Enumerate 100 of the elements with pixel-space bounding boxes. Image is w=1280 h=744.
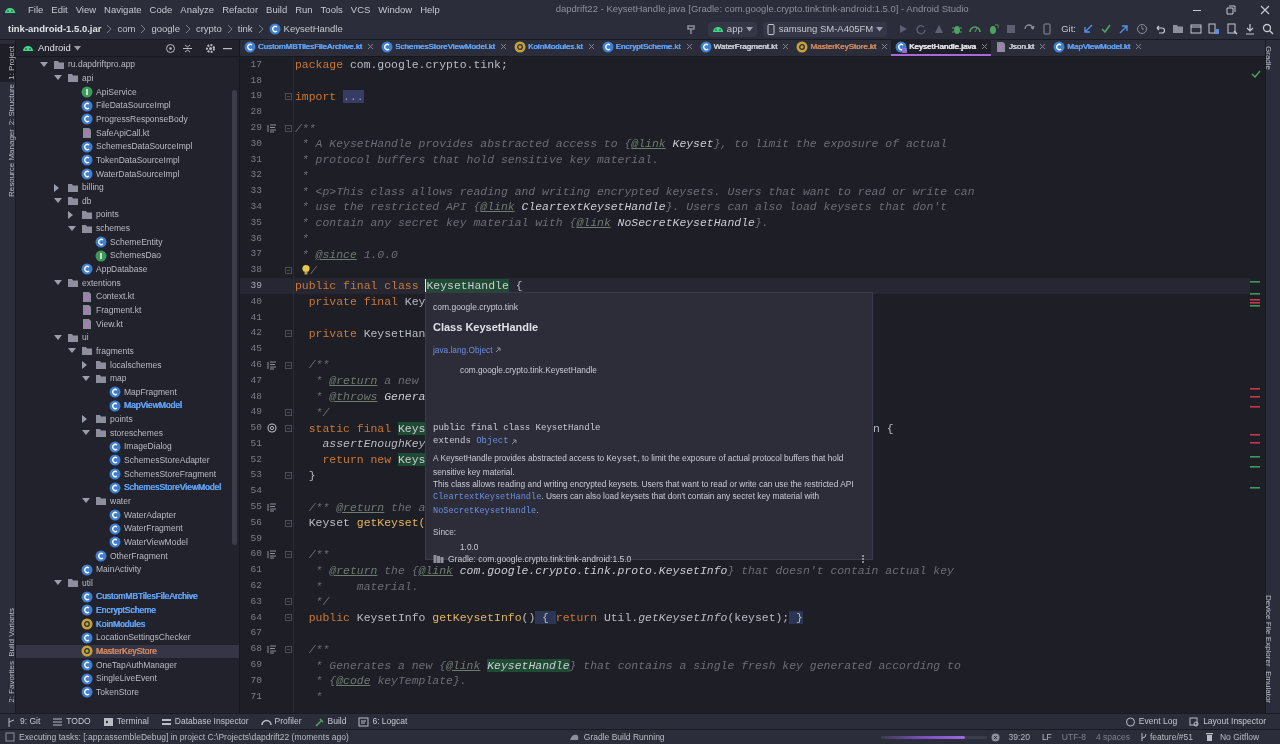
caret-position[interactable]: 39:20	[1008, 730, 1030, 744]
device-dropdown[interactable]: samsung SM-A405FM	[762, 21, 888, 37]
editor-tab[interactable]: EncryptScheme.kt	[597, 39, 696, 56]
breadcrumb[interactable]: tink-android-1.5.0.jar	[8, 21, 102, 37]
link[interactable]: java.lang.Object	[433, 344, 493, 357]
tree-item[interactable]: MapViewModel	[16, 399, 239, 413]
editor-tab[interactable]: WaterFragment.kt	[695, 39, 793, 56]
tool-window-button[interactable]: Terminal	[96, 713, 155, 730]
tree-item[interactable]: SchemesDao	[16, 248, 239, 263]
settings-icon[interactable]	[205, 42, 216, 54]
tree-item[interactable]: WaterAdapter	[16, 508, 239, 522]
menu-item[interactable]: File	[24, 0, 48, 19]
maximize-icon[interactable]	[1226, 4, 1236, 15]
push-icon[interactable]	[1118, 23, 1130, 35]
tree-item[interactable]: WaterViewModel	[16, 535, 239, 550]
cancel-icon[interactable]	[990, 732, 1000, 742]
scrollbar-thumb[interactable]	[232, 90, 237, 545]
tool-window-tab[interactable]: 2: Favorites	[0, 659, 15, 705]
tool-window-tab[interactable]: Device File Explorer	[1266, 593, 1280, 669]
run-config-dropdown[interactable]: app	[707, 21, 757, 37]
fold-marker-icon[interactable]	[285, 614, 292, 622]
rendered-doc-icon[interactable]	[267, 123, 277, 133]
at-sign-icon[interactable]	[267, 423, 277, 434]
tree-item[interactable]: ui	[16, 330, 239, 345]
menu-item[interactable]: Run	[291, 0, 317, 19]
inspection-check-icon[interactable]	[1251, 70, 1261, 78]
close-icon[interactable]	[367, 43, 375, 50]
breadcrumb[interactable]: KeysetHandle	[283, 21, 343, 37]
tree-item[interactable]: MainActivity	[16, 562, 239, 577]
collapse-icon[interactable]	[182, 42, 193, 54]
tree-item[interactable]: MasterKeyStore	[16, 644, 239, 659]
breadcrumb[interactable]: crypto	[195, 21, 222, 37]
tree-item[interactable]: map	[16, 371, 239, 386]
tool-window-button[interactable]: 6: Logcat	[352, 713, 414, 730]
tree-item[interactable]: KoinModules	[16, 617, 239, 631]
breadcrumb[interactable]: tink	[237, 21, 253, 37]
tree-item[interactable]: Fragment.kt	[16, 303, 239, 318]
menu-item[interactable]: Help	[416, 0, 444, 19]
close-icon[interactable]	[881, 43, 889, 50]
menu-item[interactable]: View	[71, 0, 101, 19]
close-icon[interactable]	[980, 43, 988, 50]
rendered-doc-icon[interactable]	[267, 550, 277, 560]
tree-item[interactable]: WaterFragment	[16, 521, 239, 536]
tree-item[interactable]: SchemesStoreAdapter	[16, 453, 239, 468]
tree-item[interactable]: ProgressResponseBody	[16, 112, 239, 127]
tree-item[interactable]: SafeApiCall.kt	[16, 126, 239, 140]
tree-item[interactable]: SchemesStoreFragment	[16, 467, 239, 481]
download-icon[interactable]	[1244, 23, 1256, 35]
stop-icon[interactable]	[1005, 23, 1018, 35]
gitflow-status[interactable]: No Gitflow	[1219, 730, 1266, 744]
menu-item[interactable]: VCS	[346, 0, 375, 19]
indent-setting[interactable]: 4 spaces	[1095, 730, 1130, 744]
close-icon[interactable]	[782, 43, 790, 50]
gauge-icon[interactable]	[969, 23, 982, 35]
menu-item[interactable]: Refactor	[218, 0, 263, 19]
fold-marker-icon[interactable]	[285, 408, 292, 416]
close-icon[interactable]	[587, 43, 595, 50]
editor-tab[interactable]: CustomMBTilesFileArchive.kt	[240, 39, 378, 56]
more-icon[interactable]	[861, 554, 865, 565]
fold-marker-icon[interactable]	[285, 645, 292, 653]
tree-item[interactable]: OtherFragment	[16, 549, 239, 563]
fold-marker-icon[interactable]	[285, 93, 292, 100]
tree-item[interactable]: SingleLiveEvent	[16, 671, 239, 686]
tool-window-button[interactable]: Event Log	[1118, 713, 1184, 730]
tool-window-button[interactable]: TODO	[46, 713, 97, 730]
tool-window-tab[interactable]: Emulator	[1266, 669, 1280, 705]
close-icon[interactable]	[1039, 43, 1047, 50]
editor-tab[interactable]: KeysetHandle.java	[891, 39, 991, 56]
menu-item[interactable]: Window	[374, 0, 417, 19]
fold-marker-icon[interactable]	[285, 551, 292, 559]
folder-icon[interactable]	[1172, 23, 1184, 35]
tool-window-button[interactable]: 9: Git	[0, 713, 47, 730]
file-encoding[interactable]: UTF-8	[1061, 730, 1086, 744]
fold-marker-icon[interactable]	[285, 329, 292, 337]
menu-item[interactable]: Edit	[47, 0, 72, 19]
close-icon[interactable]	[685, 43, 693, 50]
view-dropdown[interactable]: Android	[22, 40, 81, 56]
tree-item[interactable]: EncryptScheme	[16, 603, 239, 618]
phone-icon[interactable]	[1041, 23, 1054, 35]
bug-icon[interactable]	[951, 23, 964, 35]
tree-item[interactable]: fragments	[16, 344, 239, 359]
breadcrumb[interactable]: google	[151, 21, 180, 37]
tool-window-button[interactable]: Build	[307, 713, 353, 730]
tree-item[interactable]: TokenStore	[16, 685, 239, 700]
editor-tab[interactable]: MasterKeyStore.kt	[792, 39, 892, 56]
tree-item[interactable]: WaterDataSourceImpl	[16, 167, 239, 181]
menu-item[interactable]: Tools	[316, 0, 347, 19]
tree-item[interactable]: util	[16, 576, 239, 590]
tree-item[interactable]: points	[16, 208, 239, 222]
close-icon[interactable]	[500, 43, 508, 50]
tool-window-tab[interactable]: Build Variants	[0, 606, 15, 660]
tool-window-button[interactable]: Profiler	[254, 713, 308, 730]
tool-window-button[interactable]: Layout Inspector	[1183, 713, 1272, 730]
tree-item[interactable]: View.kt	[16, 317, 239, 331]
tree-item[interactable]: SchemeEntity	[16, 235, 239, 249]
tree-item[interactable]: TokenDataSourceImpl	[16, 153, 239, 168]
tree-item[interactable]: AppDatabase	[16, 262, 239, 277]
tree-item[interactable]: water	[16, 494, 239, 509]
tree-item[interactable]: LocationSettingsChecker	[16, 630, 239, 645]
fold-marker-icon[interactable]	[285, 266, 292, 274]
